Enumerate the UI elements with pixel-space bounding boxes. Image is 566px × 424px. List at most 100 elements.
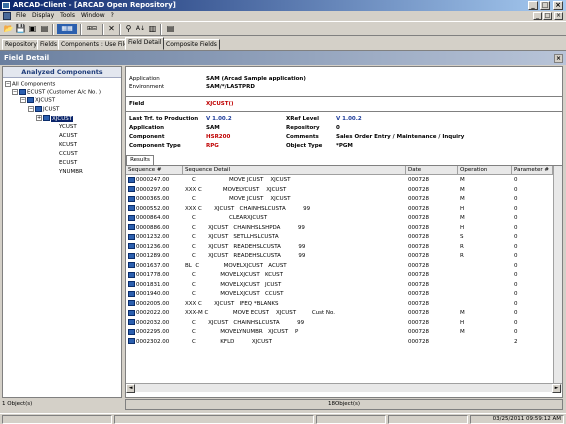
tree-node-field[interactable]: − XJCUST bbox=[20, 97, 55, 105]
table-row[interactable]: 0001289.00 C XJCUST READEHSLCUSTA 99 0007… bbox=[126, 252, 562, 262]
window-icon[interactable]: ▣ bbox=[27, 24, 38, 34]
print-icon[interactable]: ▤ bbox=[165, 24, 176, 34]
tree-node-child[interactable]: CCUST bbox=[59, 151, 78, 158]
tree-node-root[interactable]: − All Components bbox=[5, 81, 55, 89]
table-row[interactable]: 0000365.00 C MOVE JCUST XJCUST 000728 M 0 bbox=[126, 195, 562, 205]
parameter-cell: 0 bbox=[514, 291, 518, 297]
date-cell: 000728 bbox=[408, 215, 429, 221]
minimize-button[interactable]: _ bbox=[528, 1, 538, 10]
horizontal-scrollbar[interactable]: ◄ ► bbox=[126, 383, 562, 393]
mdi-close-button[interactable]: × bbox=[554, 12, 563, 20]
toolbar-separator bbox=[160, 24, 162, 35]
sequence-cell: 0001232.00 bbox=[128, 233, 183, 243]
sequence-cell: 0001778.00 bbox=[128, 271, 183, 281]
document-icon[interactable] bbox=[3, 12, 11, 20]
parameter-cell: 0 bbox=[514, 281, 518, 288]
tab-components-use-file[interactable]: Components : Use File bbox=[58, 39, 131, 50]
column-header-operation[interactable]: Operation bbox=[458, 166, 512, 175]
table-row[interactable]: 0000247.00 C MOVE JCUST XJCUST 000728 M 0 bbox=[126, 176, 562, 186]
detail-cell: C MOVELYNUMBR XJCUST P bbox=[185, 329, 299, 335]
column-header-date[interactable]: Date bbox=[406, 166, 458, 175]
date-cell: 000728 bbox=[408, 319, 429, 326]
sequence-cell: 0000247.00 bbox=[128, 176, 183, 186]
table-row[interactable]: 0002005.00 XXX C XJCUST IFEQ *BLANKS 00072… bbox=[126, 300, 562, 310]
date-cell: 000728 bbox=[408, 253, 429, 259]
date-cell: 000728 bbox=[408, 310, 429, 316]
row-icon bbox=[128, 290, 135, 297]
column-header-parameter[interactable]: Parameter # bbox=[512, 166, 553, 175]
field-label: Field bbox=[129, 101, 145, 107]
table-row[interactable]: 0002295.00 C MOVELYNUMBR XJCUST P 000728 M… bbox=[126, 328, 562, 338]
table-row[interactable]: 0000864.00 C CLEARXJCUST 000728 M 0 bbox=[126, 214, 562, 224]
mdi-restore-button[interactable]: □ bbox=[543, 12, 552, 20]
panel-title: Field Detail bbox=[4, 54, 50, 62]
tree-node-child[interactable]: ACUST bbox=[59, 133, 77, 140]
open-folder-icon[interactable]: 📂 bbox=[3, 24, 14, 34]
table-row[interactable]: 0001831.00 C MOVELXJCUST JCUST 000728 0 bbox=[126, 281, 562, 291]
tree-node-child[interactable]: YCUST bbox=[59, 124, 77, 131]
table-row[interactable]: 0002022.00 XXX-M C MOVE ECUST XJCUST Cust… bbox=[126, 309, 562, 319]
menu-tools[interactable]: Tools bbox=[57, 12, 78, 19]
menu-display[interactable]: Display bbox=[29, 12, 57, 19]
table-row[interactable]: 0000297.00 XXX C MOVELYCUST XJCUST 000728 M… bbox=[126, 186, 562, 196]
application-value: SAM (Arcad Sample application) bbox=[206, 76, 306, 82]
panel-close-icon[interactable]: × bbox=[554, 54, 563, 63]
repository-value: 0 bbox=[336, 125, 340, 131]
scroll-left-icon[interactable]: ◄ bbox=[126, 384, 135, 393]
binoculars-icon[interactable]: ⚲ bbox=[123, 24, 134, 34]
status-pane bbox=[388, 415, 468, 424]
row-icon bbox=[128, 252, 135, 259]
parameter-cell: 0 bbox=[514, 329, 518, 335]
tab-fields[interactable]: Fields bbox=[37, 39, 60, 50]
date-cell: 000728 bbox=[408, 262, 429, 269]
tree-node-child[interactable]: KCUST bbox=[59, 142, 77, 149]
maximize-button[interactable]: □ bbox=[540, 1, 550, 10]
sort-icon[interactable]: A↓ bbox=[135, 24, 146, 34]
column-header-detail[interactable]: Sequence Detail bbox=[183, 166, 406, 175]
tab-composite-fields[interactable]: Composite Fields bbox=[163, 39, 220, 50]
structure-icon[interactable]: ⊞⊟ bbox=[85, 24, 99, 34]
vertical-scrollbar[interactable] bbox=[553, 166, 562, 383]
grid-icon[interactable]: ▥ bbox=[147, 24, 158, 34]
component-type-value: RPG bbox=[206, 143, 219, 149]
table-row[interactable]: 0000886.00 C XJCUST CHAINHSLSHPDA 99 0007… bbox=[126, 224, 562, 234]
tab-repository[interactable]: Repository bbox=[2, 39, 40, 50]
table-row[interactable]: 0001637.00 BL C MOVELXJCUST ACUST 000728 0 bbox=[126, 262, 562, 272]
sequence-cell: 0000297.00 bbox=[128, 186, 183, 196]
table-row[interactable]: 0002302.00 C KFLD XJCUST 000728 2 bbox=[126, 338, 562, 348]
collapse-icon[interactable]: − bbox=[5, 81, 11, 87]
row-icon bbox=[128, 186, 135, 192]
collapse-icon[interactable]: − bbox=[28, 106, 34, 112]
tab-results[interactable]: Results bbox=[126, 155, 154, 165]
delete-icon[interactable]: ✕ bbox=[106, 24, 117, 34]
table-row[interactable]: 0002032.00 C XJCUST CHAINHSLCUSTA 99 0007… bbox=[126, 319, 562, 329]
table-row[interactable]: 0001232.00 C XJCUST SETLLHSLCUSTA 000728 S… bbox=[126, 233, 562, 243]
tree-node-field[interactable]: − JCUST bbox=[28, 106, 59, 114]
row-icon bbox=[128, 195, 135, 202]
repository-icon[interactable]: ▦▦ bbox=[57, 24, 77, 34]
scroll-right-icon[interactable]: ► bbox=[552, 384, 561, 393]
save-icon[interactable]: 💾 bbox=[15, 24, 26, 34]
menu-file[interactable]: File bbox=[13, 12, 29, 19]
collapse-icon[interactable]: − bbox=[12, 89, 18, 95]
close-button[interactable]: × bbox=[553, 1, 563, 10]
tab-field-detail[interactable]: Field Detail bbox=[125, 37, 165, 50]
tree-node-child[interactable]: ECUST bbox=[59, 160, 77, 167]
table-row[interactable]: 0000552.00 XXX C XJCUST CHAINHSLCUSTA 99 0… bbox=[126, 205, 562, 215]
menu-help[interactable]: ? bbox=[108, 12, 117, 19]
tree-node-file[interactable]: − ECUST (Customer A/c No. ) bbox=[12, 89, 101, 97]
table-row[interactable]: 0001236.00 C XJCUST READEHSLCUSTA 99 0007… bbox=[126, 243, 562, 253]
detail-cell: C XJCUST CHAINHSLCUSTA 99 bbox=[185, 319, 305, 326]
menu-window[interactable]: Window bbox=[78, 12, 108, 19]
object-type-label: Object Type bbox=[286, 143, 323, 149]
status-pane bbox=[114, 415, 314, 424]
column-header-sequence[interactable]: Sequence # bbox=[126, 166, 183, 175]
expand-icon[interactable]: + bbox=[36, 115, 42, 121]
collapse-icon[interactable]: − bbox=[20, 97, 26, 103]
table-row[interactable]: 0001940.00 C MOVELXJCUST CCUST 000728 0 bbox=[126, 290, 562, 300]
tile-icon[interactable]: ▤ bbox=[39, 24, 50, 34]
mdi-minimize-button[interactable]: _ bbox=[533, 12, 542, 20]
tree-node-selected[interactable]: + XJCUST bbox=[36, 115, 74, 123]
tree-node-child[interactable]: YNUMBR bbox=[59, 169, 83, 176]
table-row[interactable]: 0001778.00 C MOVELXJCUST KCUST 000728 0 bbox=[126, 271, 562, 281]
